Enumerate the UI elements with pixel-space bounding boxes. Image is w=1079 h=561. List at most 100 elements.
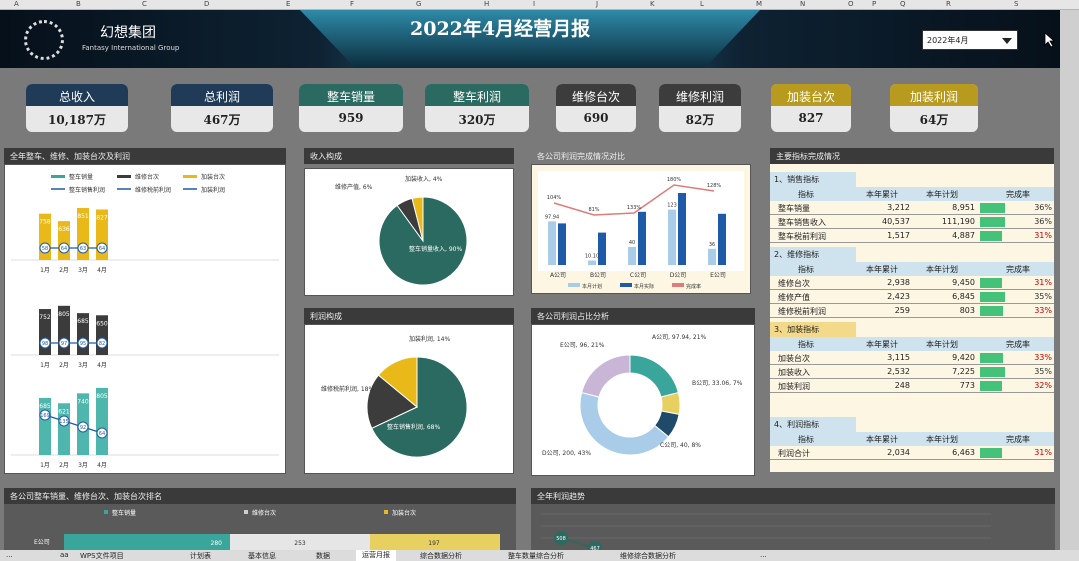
sheet-tab-monthly[interactable]: 运营月报 bbox=[356, 550, 396, 561]
indicator-value: 803 bbox=[959, 306, 975, 315]
col-p[interactable]: P bbox=[872, 0, 876, 8]
indicator-value: 9,420 bbox=[952, 353, 975, 362]
sheet-tab-analysis[interactable]: 综合数据分析 bbox=[420, 551, 462, 561]
completion-rate: 31% bbox=[1034, 448, 1052, 457]
col-g[interactable]: G bbox=[416, 0, 421, 8]
bar-value-label: 740 bbox=[77, 398, 89, 405]
col-o[interactable]: O bbox=[848, 0, 854, 8]
col-f[interactable]: F bbox=[350, 0, 354, 8]
kpi-card: 总收入 10,187万 bbox=[26, 84, 128, 132]
profit-point-label: 58 bbox=[42, 246, 48, 252]
bar-plan bbox=[588, 260, 596, 265]
col-d[interactable]: D bbox=[204, 0, 209, 8]
panel-company-profit: 97.94 A公司 10.10 B公司 40 C公司 123 D公司 36 E公司 104% 81% 1… bbox=[531, 164, 751, 294]
sheet-tab-prev[interactable]: ... bbox=[6, 551, 13, 559]
legend-label: 完成率 bbox=[686, 283, 701, 290]
col-b[interactable]: B bbox=[76, 0, 81, 8]
sheet-tab-data[interactable]: 数据 bbox=[316, 551, 330, 561]
header-cell: 本年累计 bbox=[866, 190, 898, 199]
sheet-tab-repair[interactable]: 维修综合数据分析 bbox=[620, 551, 676, 561]
panel-title-yearly: 全年整车、维修、加装台次及利润 bbox=[4, 148, 286, 164]
sheet-tab-aa[interactable]: aa bbox=[60, 551, 69, 559]
profit-point-label: 95 bbox=[80, 341, 86, 347]
header-cell: 本年计划 bbox=[926, 265, 958, 274]
bar-label: 197 bbox=[428, 540, 440, 547]
pie-label-addon-profit: 加装利润, 14% bbox=[409, 335, 450, 343]
yearly-chart-svg: 整车销量 维修台次 加装台次 整车销售利润 维修税前利润 加装利润 758636… bbox=[11, 173, 279, 469]
panel-title-profit: 利润构成 bbox=[304, 308, 514, 324]
donut-label-a: A公司, 97.94, 21% bbox=[652, 334, 707, 341]
bar-value-label: 621 bbox=[58, 408, 70, 415]
sheet-tab-wps[interactable]: WPS文件项目 bbox=[80, 551, 124, 561]
indicator-value: 6,845 bbox=[952, 292, 975, 301]
indicator-section: 1、销售指标 bbox=[770, 172, 856, 187]
indicator-value: 3,115 bbox=[887, 353, 910, 362]
month-value: 2022年4月 bbox=[927, 36, 969, 45]
header-cell: 完成率 bbox=[1006, 190, 1030, 199]
header-cell: 指标 bbox=[798, 340, 814, 349]
bar-label: 280 bbox=[211, 540, 223, 547]
legend-label-sales: 整车销量 bbox=[69, 173, 93, 181]
col-h[interactable]: H bbox=[484, 0, 489, 8]
col-q[interactable]: Q bbox=[900, 0, 906, 8]
col-j[interactable]: J bbox=[596, 0, 598, 8]
sheet-tab-plan[interactable]: 计划表 bbox=[190, 551, 211, 561]
donut-label-c: C公司, 40, 8% bbox=[660, 442, 701, 449]
bar-value-label: 827 bbox=[96, 214, 108, 221]
col-m[interactable]: M bbox=[756, 0, 762, 8]
bar-label: 123 bbox=[667, 203, 677, 209]
pie-label-repair-profit: 维修税前利润, 18% bbox=[321, 385, 374, 393]
panel-title-ranking: 各公司整车销量、维修台次、加装台次排名 bbox=[4, 488, 516, 504]
col-a[interactable]: A bbox=[14, 0, 19, 8]
pie-label-sales-profit: 整车销售利润, 68% bbox=[387, 423, 440, 431]
col-k[interactable]: K bbox=[650, 0, 655, 8]
col-s[interactable]: S bbox=[1014, 0, 1018, 8]
kpi-value: 10,187万 bbox=[48, 113, 106, 127]
completion-rate: 33% bbox=[1034, 306, 1052, 315]
panel-title-income: 收入构成 bbox=[304, 148, 514, 164]
indicator-name: 加装台次 bbox=[778, 354, 810, 363]
col-e[interactable]: E bbox=[286, 0, 290, 8]
vertical-scrollbar[interactable] bbox=[1060, 10, 1079, 550]
panel-trend: 508 467 bbox=[531, 504, 1055, 555]
legend-swatch bbox=[244, 510, 248, 514]
col-l[interactable]: L bbox=[700, 0, 704, 8]
kpi-label: 整车利润 bbox=[425, 84, 529, 106]
indicator-value: 2,532 bbox=[887, 367, 910, 376]
legend-label-addon-profit: 加装利润 bbox=[201, 186, 225, 194]
bar-label: 36 bbox=[709, 242, 715, 248]
sheet-tab-basic[interactable]: 基本信息 bbox=[248, 551, 276, 561]
col-i[interactable]: I bbox=[533, 0, 535, 8]
legend-swatch-repair bbox=[117, 175, 131, 178]
legend-swatch bbox=[672, 283, 684, 287]
col-n[interactable]: N bbox=[800, 0, 805, 8]
pie-slice bbox=[579, 391, 670, 456]
panel-profit-pie: 整车销售利润, 68% 维修税前利润, 18% 加装利润, 14% bbox=[304, 324, 514, 474]
completion-rate: 36% bbox=[1034, 203, 1052, 212]
kpi-label: 维修利润 bbox=[659, 84, 741, 106]
sheet-tab-more[interactable]: ... bbox=[760, 551, 767, 559]
indicator-header: 指标 本年累计 本年计划 完成率 bbox=[770, 262, 1054, 276]
kpi-card: 整车利润 320万 bbox=[425, 84, 529, 132]
bar-label: 253 bbox=[294, 540, 306, 547]
chevron-down-icon[interactable] bbox=[1002, 38, 1012, 44]
col-r[interactable]: R bbox=[946, 0, 951, 8]
sheet-tab-vehicle[interactable]: 整车数量综合分析 bbox=[508, 551, 564, 561]
legend-label-addon: 加装台次 bbox=[201, 173, 225, 181]
legend-label: 本月计划 bbox=[582, 283, 602, 290]
legend-label-repair-profit: 维修税前利润 bbox=[135, 186, 171, 194]
profit-point-label: 135 bbox=[59, 419, 69, 425]
col-c[interactable]: C bbox=[142, 0, 147, 8]
completion-bar bbox=[980, 292, 1005, 302]
month-dropdown[interactable]: 2022年4月 bbox=[922, 30, 1018, 50]
profit-point-label: 92 bbox=[80, 425, 86, 431]
completion-bar bbox=[980, 367, 1005, 377]
trend-label: 508 bbox=[556, 536, 566, 542]
header-cell: 完成率 bbox=[1006, 435, 1030, 444]
legend-swatch bbox=[104, 510, 108, 514]
header-cell: 本年累计 bbox=[866, 435, 898, 444]
indicator-header: 指标 本年累计 本年计划 完成率 bbox=[770, 187, 1054, 201]
sheet-tabs: ... aa WPS文件项目 计划表 基本信息 数据 运营月报 综合数据分析 整… bbox=[0, 550, 1079, 561]
completion-rate: 32% bbox=[1034, 381, 1052, 390]
indicator-name: 整车销量 bbox=[778, 204, 810, 213]
